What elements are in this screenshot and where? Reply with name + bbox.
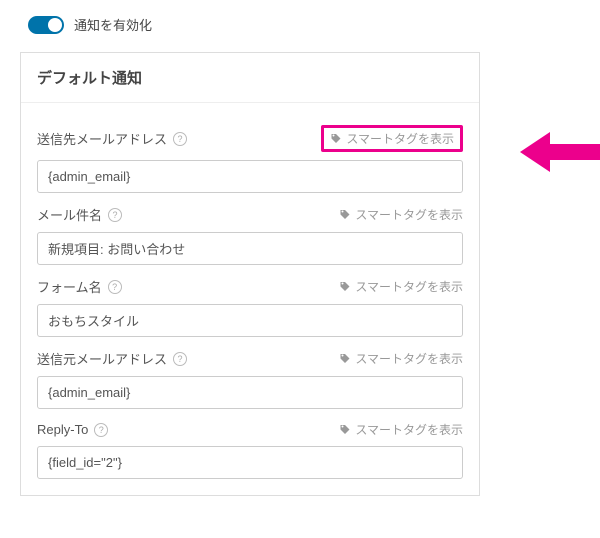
help-icon[interactable]: ? <box>173 132 187 146</box>
smart-tag-text: スマートタグを表示 <box>346 130 454 147</box>
reply-to-input[interactable] <box>37 446 463 479</box>
help-icon[interactable]: ? <box>108 280 122 294</box>
subject-input[interactable] <box>37 232 463 265</box>
from-email-input[interactable] <box>37 376 463 409</box>
enable-notifications-toggle[interactable] <box>28 16 64 34</box>
tag-icon <box>339 209 351 221</box>
default-notification-panel: デフォルト通知 送信先メールアドレス ? スマートタグを表示 <box>20 52 480 496</box>
field-to-email: 送信先メールアドレス ? スマートタグを表示 <box>37 125 463 193</box>
enable-notifications-label: 通知を有効化 <box>74 15 152 34</box>
smart-tag-text: スマートタグを表示 <box>355 421 463 438</box>
help-icon[interactable]: ? <box>94 423 108 437</box>
field-label-subject: メール件名 <box>37 205 102 224</box>
field-reply-to: Reply-To ? スマートタグを表示 <box>37 421 463 479</box>
panel-title: デフォルト通知 <box>21 53 479 103</box>
annotation-arrow <box>520 127 600 177</box>
smart-tag-text: スマートタグを表示 <box>355 206 463 223</box>
smart-tag-text: スマートタグを表示 <box>355 350 463 367</box>
smart-tag-link-from[interactable]: スマートタグを表示 <box>339 350 463 367</box>
field-from-email: 送信元メールアドレス ? スマートタグを表示 <box>37 349 463 409</box>
help-icon[interactable]: ? <box>173 352 187 366</box>
to-email-input[interactable] <box>37 160 463 193</box>
enable-notifications-row: 通知を有効化 <box>28 15 580 34</box>
smart-tag-link-reply-to[interactable]: スマートタグを表示 <box>339 421 463 438</box>
field-label-form-name: フォーム名 <box>37 277 102 296</box>
field-form-name: フォーム名 ? スマートタグを表示 <box>37 277 463 337</box>
tag-icon <box>339 281 351 293</box>
tag-icon <box>339 424 351 436</box>
tag-icon <box>330 133 342 145</box>
smart-tag-text: スマートタグを表示 <box>355 278 463 295</box>
help-icon[interactable]: ? <box>108 208 122 222</box>
smart-tag-link-form-name[interactable]: スマートタグを表示 <box>339 278 463 295</box>
smart-tag-link-subject[interactable]: スマートタグを表示 <box>339 206 463 223</box>
field-subject: メール件名 ? スマートタグを表示 <box>37 205 463 265</box>
smart-tag-link-to[interactable]: スマートタグを表示 <box>321 125 463 152</box>
toggle-knob <box>48 18 62 32</box>
tag-icon <box>339 353 351 365</box>
field-label-to: 送信先メールアドレス <box>37 129 167 148</box>
form-name-input[interactable] <box>37 304 463 337</box>
field-label-reply-to: Reply-To <box>37 422 88 437</box>
field-label-from: 送信元メールアドレス <box>37 349 167 368</box>
